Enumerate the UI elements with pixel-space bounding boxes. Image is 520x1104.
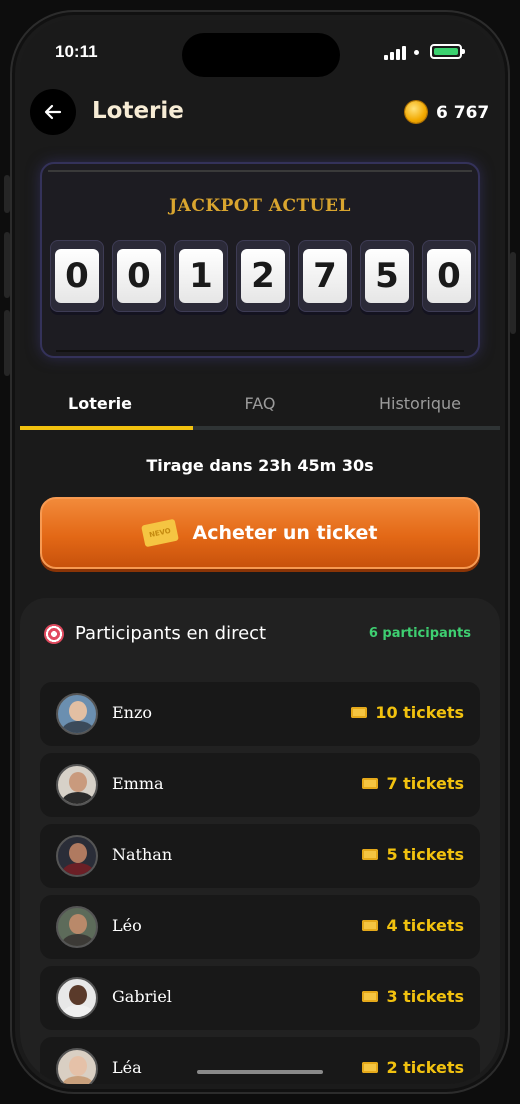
participant-row[interactable]: Léa 2 tickets — [40, 1037, 480, 1084]
ticket-icon — [362, 849, 379, 860]
participant-tickets: 10 tickets — [351, 703, 464, 722]
participant-tickets: 4 tickets — [362, 916, 464, 935]
home-indicator[interactable] — [197, 1070, 323, 1074]
participants-title: Participants en direct — [75, 623, 267, 644]
tab-historique[interactable]: Historique — [340, 390, 500, 430]
avatar — [56, 1048, 98, 1084]
tab-bar: Loterie FAQ Historique — [20, 390, 500, 430]
participant-name: Gabriel — [112, 987, 172, 1006]
participants-count: 6 participants — [368, 626, 471, 641]
side-button — [510, 252, 516, 334]
status-time: 10:11 — [55, 42, 98, 61]
ticket-icon: NEVO — [140, 518, 179, 548]
screen: 10:11 Loterie 6 767 JACKPOT ACTUEL 0 0 1… — [20, 20, 500, 1084]
jackpot-counter: 0 0 1 2 7 5 0 — [50, 240, 476, 312]
participant-row[interactable]: Léo 4 tickets — [40, 895, 480, 959]
side-button — [4, 310, 10, 376]
page-title: Loterie — [92, 98, 184, 124]
jackpot-digit: 0 — [422, 240, 476, 312]
arrow-left-icon — [44, 104, 62, 120]
avatar — [56, 835, 98, 877]
coin-icon — [405, 101, 427, 123]
ticket-icon — [351, 707, 368, 718]
participant-tickets: 2 tickets — [362, 1058, 464, 1077]
battery-icon — [430, 44, 465, 59]
participant-name: Enzo — [112, 703, 153, 722]
ticket-icon — [362, 1062, 379, 1073]
participant-tickets: 5 tickets — [362, 845, 464, 864]
avatar — [56, 764, 98, 806]
jackpot-digit: 5 — [360, 240, 414, 312]
participant-row[interactable]: Emma 7 tickets — [40, 753, 480, 817]
participant-name: Nathan — [112, 845, 173, 864]
avatar — [56, 977, 98, 1019]
side-button — [4, 175, 10, 213]
jackpot-digit: 1 — [174, 240, 228, 312]
wifi-icon — [414, 50, 419, 55]
back-button[interactable] — [30, 89, 76, 135]
participant-tickets: 3 tickets — [362, 987, 464, 1006]
jackpot-digit: 2 — [236, 240, 290, 312]
avatar — [56, 906, 98, 948]
participant-row[interactable]: Gabriel 3 tickets — [40, 966, 480, 1030]
buy-ticket-label: Acheter un ticket — [192, 522, 378, 544]
participant-tickets: 7 tickets — [362, 774, 464, 793]
coin-balance: 6 767 — [436, 103, 490, 123]
buy-ticket-button[interactable]: NEVO Acheter un ticket — [40, 497, 480, 569]
ticket-icon — [362, 991, 379, 1002]
target-icon — [44, 624, 64, 644]
jackpot-label: JACKPOT ACTUEL — [169, 196, 351, 216]
jackpot-card: JACKPOT ACTUEL 0 0 1 2 7 5 0 — [40, 162, 480, 358]
participant-row[interactable]: Nathan 5 tickets — [40, 824, 480, 888]
ticket-icon — [362, 920, 379, 931]
participant-name: Léo — [112, 916, 142, 935]
participant-name: Emma — [112, 774, 164, 793]
tab-faq[interactable]: FAQ — [180, 390, 340, 430]
jackpot-digit: 0 — [112, 240, 166, 312]
participant-row[interactable]: Enzo 10 tickets — [40, 682, 480, 746]
tab-loterie[interactable]: Loterie — [20, 390, 180, 430]
jackpot-digit: 0 — [50, 240, 104, 312]
ticket-icon — [362, 778, 379, 789]
jackpot-digit: 7 — [298, 240, 352, 312]
participant-name: Léa — [112, 1058, 142, 1077]
avatar — [56, 693, 98, 735]
side-button — [4, 232, 10, 298]
signal-icon — [384, 46, 406, 60]
active-tab-indicator — [20, 426, 193, 430]
draw-countdown: Tirage dans 23h 45m 30s — [146, 456, 374, 475]
dynamic-island — [182, 33, 340, 77]
